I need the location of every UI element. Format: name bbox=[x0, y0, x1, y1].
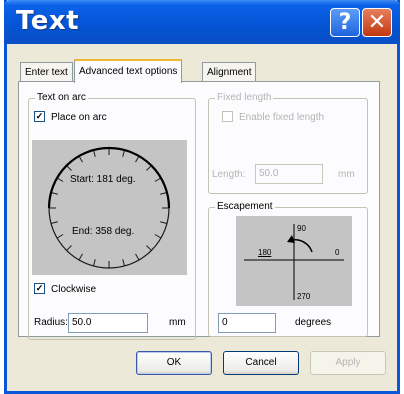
tab-alignment[interactable]: Alignment bbox=[202, 62, 257, 82]
escapement-unit: degrees bbox=[295, 317, 332, 328]
cancel-button[interactable]: Cancel bbox=[223, 351, 299, 375]
tab-advanced-text-options[interactable]: Advanced text options bbox=[74, 59, 183, 83]
arc-tick bbox=[56, 234, 64, 239]
arc-tick bbox=[50, 221, 58, 225]
escapement-label-180: 180 bbox=[258, 248, 272, 257]
arc-circle-graphic bbox=[47, 146, 171, 269]
arc-tick bbox=[78, 253, 83, 261]
enable-fixed-length-checkbox[interactable]: Enable fixed length bbox=[222, 111, 325, 124]
place-on-arc-label: Place on arc bbox=[51, 112, 107, 124]
arc-tick bbox=[154, 177, 162, 182]
clockwise-check-icon[interactable]: ✓ bbox=[34, 283, 45, 294]
apply-button[interactable]: Apply bbox=[310, 351, 386, 375]
arc-end-label: End: 358 deg. bbox=[72, 226, 135, 237]
arc-tick bbox=[122, 149, 126, 157]
arc-tick bbox=[56, 177, 64, 182]
arc-tick bbox=[160, 221, 168, 225]
arc-tick bbox=[66, 245, 72, 251]
clockwise-label: Clockwise bbox=[51, 284, 97, 296]
arc-tick bbox=[135, 253, 140, 261]
arc-tick bbox=[92, 149, 96, 157]
text-on-arc-legend: Text on arc bbox=[35, 92, 88, 103]
escapement-legend: Escapement bbox=[215, 201, 275, 212]
escapement-rotation-arc bbox=[291, 239, 313, 253]
escapement-preview: 90 180 0 270 bbox=[236, 216, 352, 306]
arc-tick bbox=[146, 245, 152, 251]
close-button[interactable]: ✕ bbox=[362, 8, 392, 37]
arc-tick bbox=[122, 259, 126, 267]
enable-fixed-length-check-icon[interactable] bbox=[222, 111, 233, 122]
arc-tick bbox=[78, 155, 83, 163]
place-on-arc-checkbox[interactable]: ✓ Place on arc bbox=[34, 111, 107, 124]
arc-tick bbox=[160, 191, 168, 195]
arc-tick bbox=[50, 191, 58, 195]
length-label: Length: bbox=[212, 169, 246, 180]
escapement-dial-graphic bbox=[244, 224, 344, 300]
title-bar[interactable]: Text ? ✕ bbox=[4, 0, 400, 44]
arc-preview: Start: 181 deg. End: 358 deg. bbox=[32, 140, 187, 275]
tab-enter-text[interactable]: Enter text bbox=[20, 62, 73, 82]
arc-tick bbox=[154, 234, 162, 239]
escapement-label-270: 270 bbox=[297, 292, 311, 301]
radius-unit: mm bbox=[169, 317, 186, 328]
length-input[interactable]: 50.0 bbox=[255, 164, 323, 184]
radius-input[interactable]: 50.0 bbox=[68, 313, 148, 333]
fixed-length-legend: Fixed length bbox=[215, 92, 274, 103]
arc-tick bbox=[92, 259, 96, 267]
radius-label: Radius: bbox=[34, 317, 68, 328]
escapement-label-90: 90 bbox=[297, 224, 306, 233]
escapement-label-0: 0 bbox=[335, 248, 340, 257]
arc-start-label: Start: 181 deg. bbox=[70, 174, 136, 185]
dialog-title: Text bbox=[16, 6, 80, 36]
clockwise-checkbox[interactable]: ✓ Clockwise bbox=[34, 283, 97, 296]
length-unit: mm bbox=[338, 169, 355, 180]
place-on-arc-check-icon[interactable]: ✓ bbox=[34, 111, 45, 122]
arc-tick bbox=[135, 155, 140, 163]
help-button[interactable]: ? bbox=[330, 8, 360, 37]
ok-button[interactable]: OK bbox=[136, 351, 212, 375]
escapement-input[interactable]: 0 bbox=[218, 313, 276, 333]
enable-fixed-length-label: Enable fixed length bbox=[239, 112, 325, 124]
